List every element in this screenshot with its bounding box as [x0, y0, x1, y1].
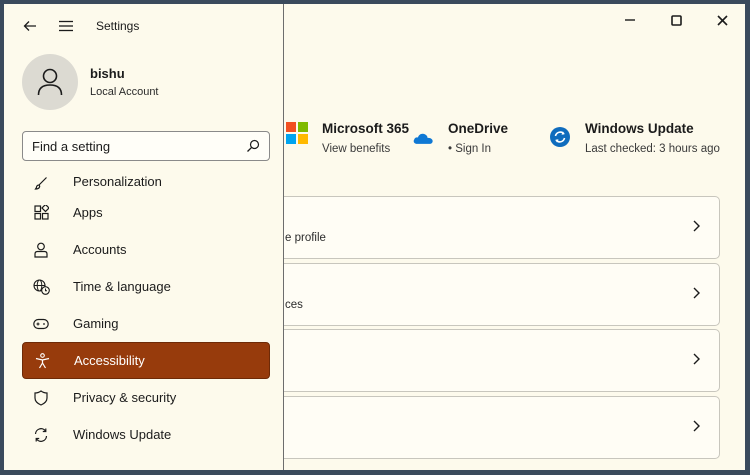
- tile-onedrive[interactable]: OneDrive • Sign In: [412, 120, 508, 156]
- tile-windows-update[interactable]: Windows Update Last checked: 3 hours ago: [549, 120, 720, 156]
- close-icon: [716, 14, 728, 26]
- tile-title: Microsoft 365: [322, 121, 410, 136]
- maximize-icon: [670, 14, 682, 26]
- app-title: Settings: [96, 19, 140, 33]
- sidebar-item-gaming[interactable]: Gaming: [22, 305, 270, 342]
- gamepad-icon: [32, 315, 50, 333]
- sidebar-item-label: Accounts: [73, 242, 127, 257]
- chevron-right-icon: [693, 220, 700, 232]
- tile-title: Windows Update: [585, 121, 694, 136]
- sidebar-item-privacy-security[interactable]: Privacy & security: [22, 379, 270, 416]
- accessibility-icon: [33, 352, 51, 370]
- settings-card[interactable]: e profile: [244, 196, 720, 259]
- window-controls: [607, 6, 745, 34]
- card-text: e profile: [285, 232, 326, 244]
- search-icon[interactable]: [246, 139, 260, 153]
- cloud-icon: [413, 133, 433, 144]
- tile-microsoft-365[interactable]: Microsoft 365 View benefits: [286, 120, 409, 156]
- settings-card[interactable]: ces: [244, 263, 720, 326]
- sidebar-item-label: Time & language: [73, 279, 171, 294]
- account-type: Local Account: [90, 86, 159, 98]
- chevron-right-icon: [693, 287, 700, 299]
- sidebar-item-windows-update[interactable]: Windows Update: [22, 416, 270, 453]
- card-text: ces: [285, 299, 303, 311]
- tile-subtitle: • Sign In: [448, 143, 492, 155]
- minimize-button[interactable]: [607, 6, 653, 34]
- update-icon: [32, 426, 50, 444]
- user-profile[interactable]: bishu Local Account: [22, 54, 159, 110]
- shield-icon: [32, 389, 50, 407]
- settings-menu: Personalization Apps Accounts Time & lan…: [22, 166, 270, 453]
- back-arrow-icon: [23, 21, 36, 31]
- minimize-icon: [625, 19, 635, 21]
- back-button[interactable]: [18, 14, 42, 38]
- search-placeholder: Find a setting: [32, 138, 111, 154]
- navigation-pane: Settings bishu Local Account Find a sett…: [4, 4, 284, 470]
- menu-button[interactable]: [54, 14, 78, 38]
- tile-title: OneDrive: [448, 121, 509, 136]
- settings-card[interactable]: [244, 396, 720, 459]
- chevron-right-icon: [693, 353, 700, 365]
- sidebar-item-time-language[interactable]: Time & language: [22, 268, 270, 305]
- chevron-right-icon: [693, 420, 700, 432]
- tile-subtitle: Last checked: 3 hours ago: [585, 143, 720, 155]
- sidebar-item-apps[interactable]: Apps: [22, 194, 270, 231]
- settings-window: Microsoft 365 View benefits OneDrive • S…: [4, 4, 745, 470]
- microsoft-logo-icon: [286, 122, 308, 144]
- user-icon: [37, 68, 63, 96]
- close-button[interactable]: [699, 6, 745, 34]
- sidebar-item-accounts[interactable]: Accounts: [22, 231, 270, 268]
- tile-subtitle: View benefits: [322, 143, 391, 155]
- maximize-button[interactable]: [653, 6, 699, 34]
- settings-card[interactable]: [244, 329, 720, 392]
- hamburger-menu-icon: [59, 20, 73, 32]
- refresh-icon: [550, 127, 570, 147]
- globe-clock-icon: [32, 278, 50, 296]
- sidebar-item-label: Personalization: [73, 174, 162, 189]
- apps-icon: [32, 204, 50, 222]
- sidebar-item-accessibility[interactable]: Accessibility: [22, 342, 270, 379]
- sidebar-item-label: Privacy & security: [73, 390, 177, 405]
- user-name: bishu: [90, 66, 125, 81]
- title-bar: Settings: [18, 14, 139, 38]
- search-input[interactable]: Find a setting: [22, 131, 270, 161]
- person-icon: [32, 241, 50, 259]
- sidebar-item-label: Apps: [73, 205, 103, 220]
- avatar: [22, 54, 78, 110]
- brush-icon: [32, 174, 50, 192]
- sidebar-item-personalization[interactable]: Personalization: [22, 166, 270, 194]
- sidebar-item-label: Gaming: [73, 316, 119, 331]
- sidebar-item-label: Accessibility: [74, 353, 145, 368]
- sidebar-item-label: Windows Update: [73, 427, 172, 442]
